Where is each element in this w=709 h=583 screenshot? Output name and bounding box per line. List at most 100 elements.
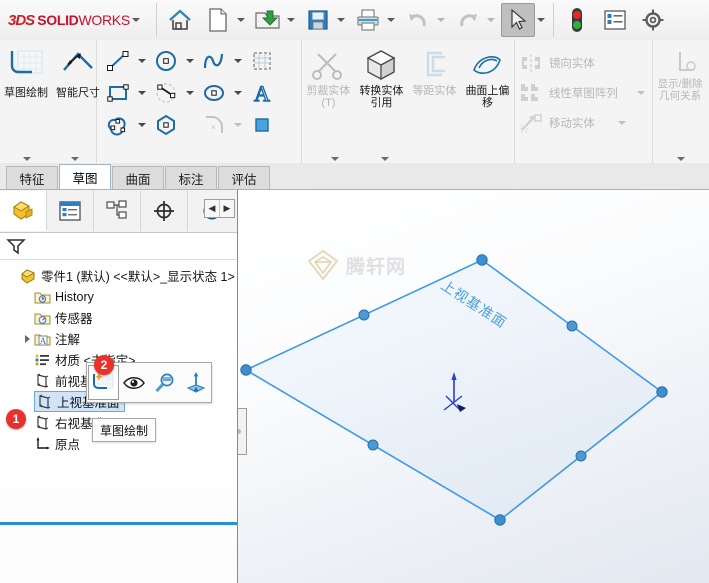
rebuild-button[interactable] bbox=[558, 1, 596, 39]
fillet-tool-caret[interactable] bbox=[231, 111, 245, 139]
hexagon-icon bbox=[153, 113, 179, 137]
dimension-group-expand[interactable] bbox=[48, 157, 102, 161]
trim-group-expand[interactable] bbox=[308, 157, 362, 161]
ctx-normal-to-button[interactable] bbox=[180, 364, 211, 401]
manager-tab-nav-forward[interactable]: ▶ bbox=[219, 200, 234, 217]
circle-tool[interactable] bbox=[149, 46, 183, 76]
tab-surfaces[interactable]: 曲面 bbox=[112, 166, 164, 189]
tab-markup[interactable]: 标注 bbox=[165, 166, 217, 189]
ellipse-tool-caret[interactable] bbox=[231, 79, 245, 107]
fillet-tool[interactable]: × bbox=[197, 110, 231, 140]
diamond-logo-icon bbox=[306, 248, 340, 282]
traffic-light-icon[interactable] bbox=[560, 3, 594, 37]
open-folder-icon[interactable] bbox=[251, 3, 285, 37]
slot-icon bbox=[105, 113, 131, 137]
redo-button[interactable] bbox=[449, 1, 499, 39]
cursor-arrow-icon[interactable] bbox=[501, 3, 535, 37]
select-button[interactable] bbox=[499, 1, 549, 39]
tree-node-history[interactable]: History bbox=[4, 286, 237, 307]
undo-caret[interactable] bbox=[435, 4, 447, 36]
property-manager-tab[interactable] bbox=[47, 191, 94, 231]
print-caret[interactable] bbox=[385, 4, 397, 36]
ctx-show-hide-button[interactable] bbox=[119, 364, 150, 401]
ribbon-group-sketch: 草图绘制 智能尺寸 bbox=[0, 40, 97, 163]
tab-sketch[interactable]: 草图 bbox=[59, 164, 111, 189]
configuration-manager-tab[interactable] bbox=[94, 191, 141, 231]
settings-button[interactable] bbox=[634, 1, 672, 39]
rectangle-tool[interactable] bbox=[101, 78, 135, 108]
logo-menu-caret[interactable] bbox=[130, 4, 142, 36]
relations-group-expand[interactable] bbox=[653, 157, 709, 161]
line-tool[interactable] bbox=[101, 46, 135, 76]
gear-icon[interactable] bbox=[636, 3, 670, 37]
home-button[interactable] bbox=[161, 1, 199, 39]
graphics-viewport[interactable]: 腾轩网 上视基准面 bbox=[238, 190, 709, 583]
eye-icon bbox=[122, 373, 146, 393]
annotations-expander[interactable] bbox=[20, 334, 34, 344]
print-button[interactable] bbox=[349, 1, 399, 39]
part-root-node[interactable]: 零件1 (默认) <<默认>_显示状态 1> bbox=[4, 265, 237, 286]
spline-tool[interactable] bbox=[197, 46, 231, 76]
trim-entities-button[interactable]: 剪裁实体(T) bbox=[302, 42, 355, 163]
save-button[interactable] bbox=[299, 1, 349, 39]
undo-button[interactable] bbox=[399, 1, 449, 39]
ribbon-group-pattern: 镜向实体 线性草图阵列 移动实体 bbox=[515, 40, 653, 163]
home-icon[interactable] bbox=[163, 3, 197, 37]
move-entities-button[interactable]: 移动实体 bbox=[515, 108, 652, 138]
save-caret[interactable] bbox=[335, 4, 347, 36]
shaded-area-tool[interactable] bbox=[245, 110, 279, 140]
line-tool-caret[interactable] bbox=[135, 47, 149, 75]
sketch-draw-button[interactable]: 草图绘制 bbox=[0, 42, 52, 163]
slot-tool[interactable] bbox=[101, 110, 135, 140]
tree-node-sensors[interactable]: 传感器 bbox=[4, 307, 237, 328]
offset-entities-label: 等距实体 bbox=[408, 85, 460, 97]
manager-tab-nav-back[interactable]: ◀ bbox=[205, 200, 219, 217]
redo-caret[interactable] bbox=[485, 4, 497, 36]
printer-icon[interactable] bbox=[351, 3, 385, 37]
mirror-entities-button[interactable]: 镜向实体 bbox=[515, 48, 652, 78]
undo-arrow-icon[interactable] bbox=[401, 3, 435, 37]
tree-filter-bar[interactable] bbox=[0, 233, 237, 260]
convert-entities-button[interactable]: 转换实体引用 bbox=[355, 42, 408, 163]
tab-evaluate[interactable]: 评估 bbox=[218, 166, 270, 189]
sensor-folder-icon bbox=[34, 310, 51, 326]
open-document-caret[interactable] bbox=[285, 4, 297, 36]
sketch-group-expand[interactable] bbox=[0, 157, 54, 161]
new-document-icon[interactable] bbox=[201, 3, 235, 37]
divider bbox=[156, 3, 157, 37]
select-caret[interactable] bbox=[535, 4, 547, 36]
slot-tool-caret[interactable] bbox=[135, 111, 149, 139]
linear-sketch-pattern-button[interactable]: 线性草图阵列 bbox=[515, 78, 652, 108]
display-delete-relations-button[interactable]: 显示/删除几何关系 bbox=[653, 42, 707, 163]
circle-tool-caret[interactable] bbox=[183, 47, 197, 75]
tab-features[interactable]: 特征 bbox=[6, 166, 58, 189]
options-list-button[interactable] bbox=[596, 1, 634, 39]
tree-node-annotations[interactable]: A 注解 bbox=[4, 328, 237, 349]
redo-arrow-icon[interactable] bbox=[451, 3, 485, 37]
new-document-button[interactable] bbox=[199, 1, 249, 39]
arc-tool[interactable] bbox=[149, 78, 183, 108]
offset-on-surface-button[interactable]: 曲面上偏移 bbox=[461, 42, 514, 163]
polygon-tool[interactable] bbox=[149, 110, 183, 140]
spline-tool-caret[interactable] bbox=[231, 47, 245, 75]
open-document-button[interactable] bbox=[249, 1, 299, 39]
panel-splitter-handle[interactable] bbox=[238, 408, 247, 455]
plane-icon bbox=[36, 394, 53, 410]
dimxpert-manager-tab[interactable] bbox=[141, 191, 188, 231]
linear-pattern-caret[interactable] bbox=[634, 79, 648, 107]
ctx-zoom-to-selection-button[interactable] bbox=[150, 364, 181, 401]
text-tool[interactable]: A bbox=[245, 78, 279, 108]
arc-tool-caret[interactable] bbox=[183, 79, 197, 107]
rectangle-tool-caret[interactable] bbox=[135, 79, 149, 107]
feature-manager-tab[interactable] bbox=[0, 191, 47, 231]
floppy-disk-icon[interactable] bbox=[301, 3, 335, 37]
move-entities-caret[interactable] bbox=[615, 109, 629, 137]
ellipse-tool[interactable] bbox=[197, 78, 231, 108]
tree-filter-input[interactable] bbox=[26, 235, 237, 257]
divider bbox=[553, 3, 554, 37]
convert-group-expand[interactable] bbox=[358, 157, 412, 161]
new-document-caret[interactable] bbox=[235, 4, 247, 36]
list-panel-icon[interactable] bbox=[598, 3, 632, 37]
sketch-pattern-tool[interactable] bbox=[245, 46, 279, 76]
offset-entities-button[interactable]: 等距实体 bbox=[408, 42, 461, 163]
